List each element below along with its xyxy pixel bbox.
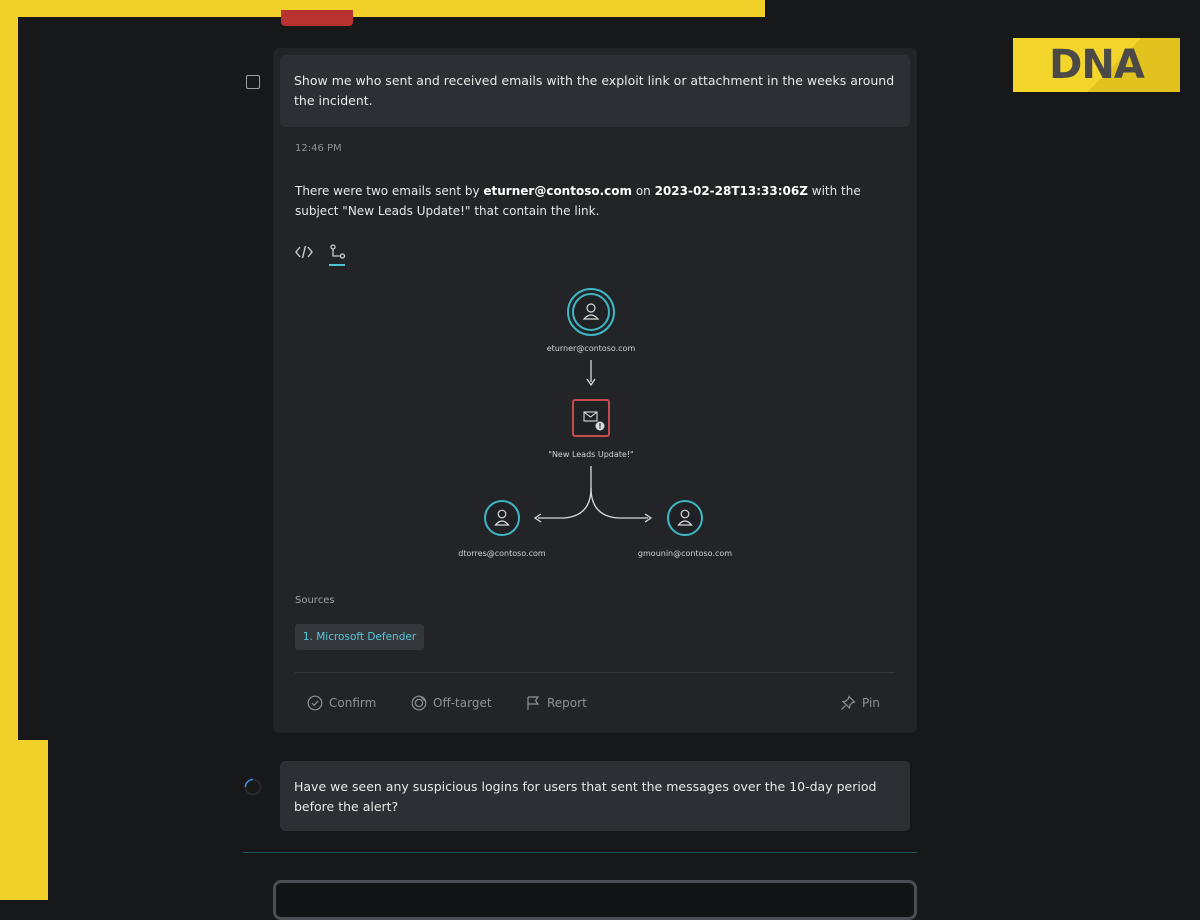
logo-text: DNA [1049,42,1145,88]
pin-icon [841,695,856,710]
pin-button[interactable]: Pin [840,694,880,712]
off-target-label: Off-target [433,696,492,710]
email-subject-label: "New Leads Update!" [548,450,634,459]
confirm-button[interactable]: Confirm [307,694,376,712]
code-icon[interactable] [295,244,313,260]
recipient-node-2[interactable] [667,500,703,536]
sources-heading: Sources [295,595,335,606]
answer-datetime: 2023-02-28T13:33:06Z [654,184,808,198]
user-prompt-2: Have we seen any suspicious logins for u… [280,761,910,831]
sender-node[interactable] [567,288,615,336]
report-button[interactable]: Report [525,694,587,712]
loading-spinner-icon [244,778,262,796]
answer-text-part: on [632,184,655,198]
answer-sender: eturner@contoso.com [483,184,633,198]
dna-logo: DNA [1013,38,1180,92]
graph-tab-indicator [329,264,345,266]
off-target-button[interactable]: Off-target [411,694,492,712]
yellow-frame-top [0,0,765,17]
confirm-label: Confirm [329,696,377,710]
previous-item-red-tag [281,10,353,26]
prompt-2-text: Have we seen any suspicious logins for u… [294,779,877,814]
user-prompt-1: Show me who sent and received emails wit… [280,55,910,127]
actions-divider [295,672,895,673]
response-timestamp: 12:46 PM [295,143,342,154]
response-text: There were two emails sent by eturner@co… [295,181,905,221]
source-chip-microsoft-defender[interactable]: 1. Microsoft Defender [295,624,424,650]
report-label: Report [547,696,587,710]
recipient-label-1: dtorres@contoso.com [458,549,546,558]
prompt-input-box[interactable] [273,880,917,920]
recipient-node-1[interactable] [484,500,520,536]
email-flow-graph: eturner@contoso.com "New Leads Update!" … [440,280,760,570]
yellow-frame-left [0,0,18,740]
branch-arrows [533,466,653,523]
message-select-checkbox[interactable] [246,75,260,89]
sender-label: eturner@contoso.com [546,344,636,353]
conversation-separator [243,852,917,853]
graph-icon[interactable] [329,244,347,260]
recipient-label-2: gmounin@contoso.com [637,549,733,558]
yellow-frame-left-lower [0,740,48,900]
target-icon [411,695,427,711]
pin-label: Pin [862,696,880,710]
source-chip-label: 1. Microsoft Defender [302,631,417,643]
answer-text-part: There were two emails sent by [295,184,484,198]
email-node[interactable] [572,399,610,437]
prompt-1-text: Show me who sent and received emails wit… [294,73,895,108]
check-circle-icon [307,695,323,711]
flag-icon [527,696,540,710]
arrow-sender-to-email [586,360,596,387]
